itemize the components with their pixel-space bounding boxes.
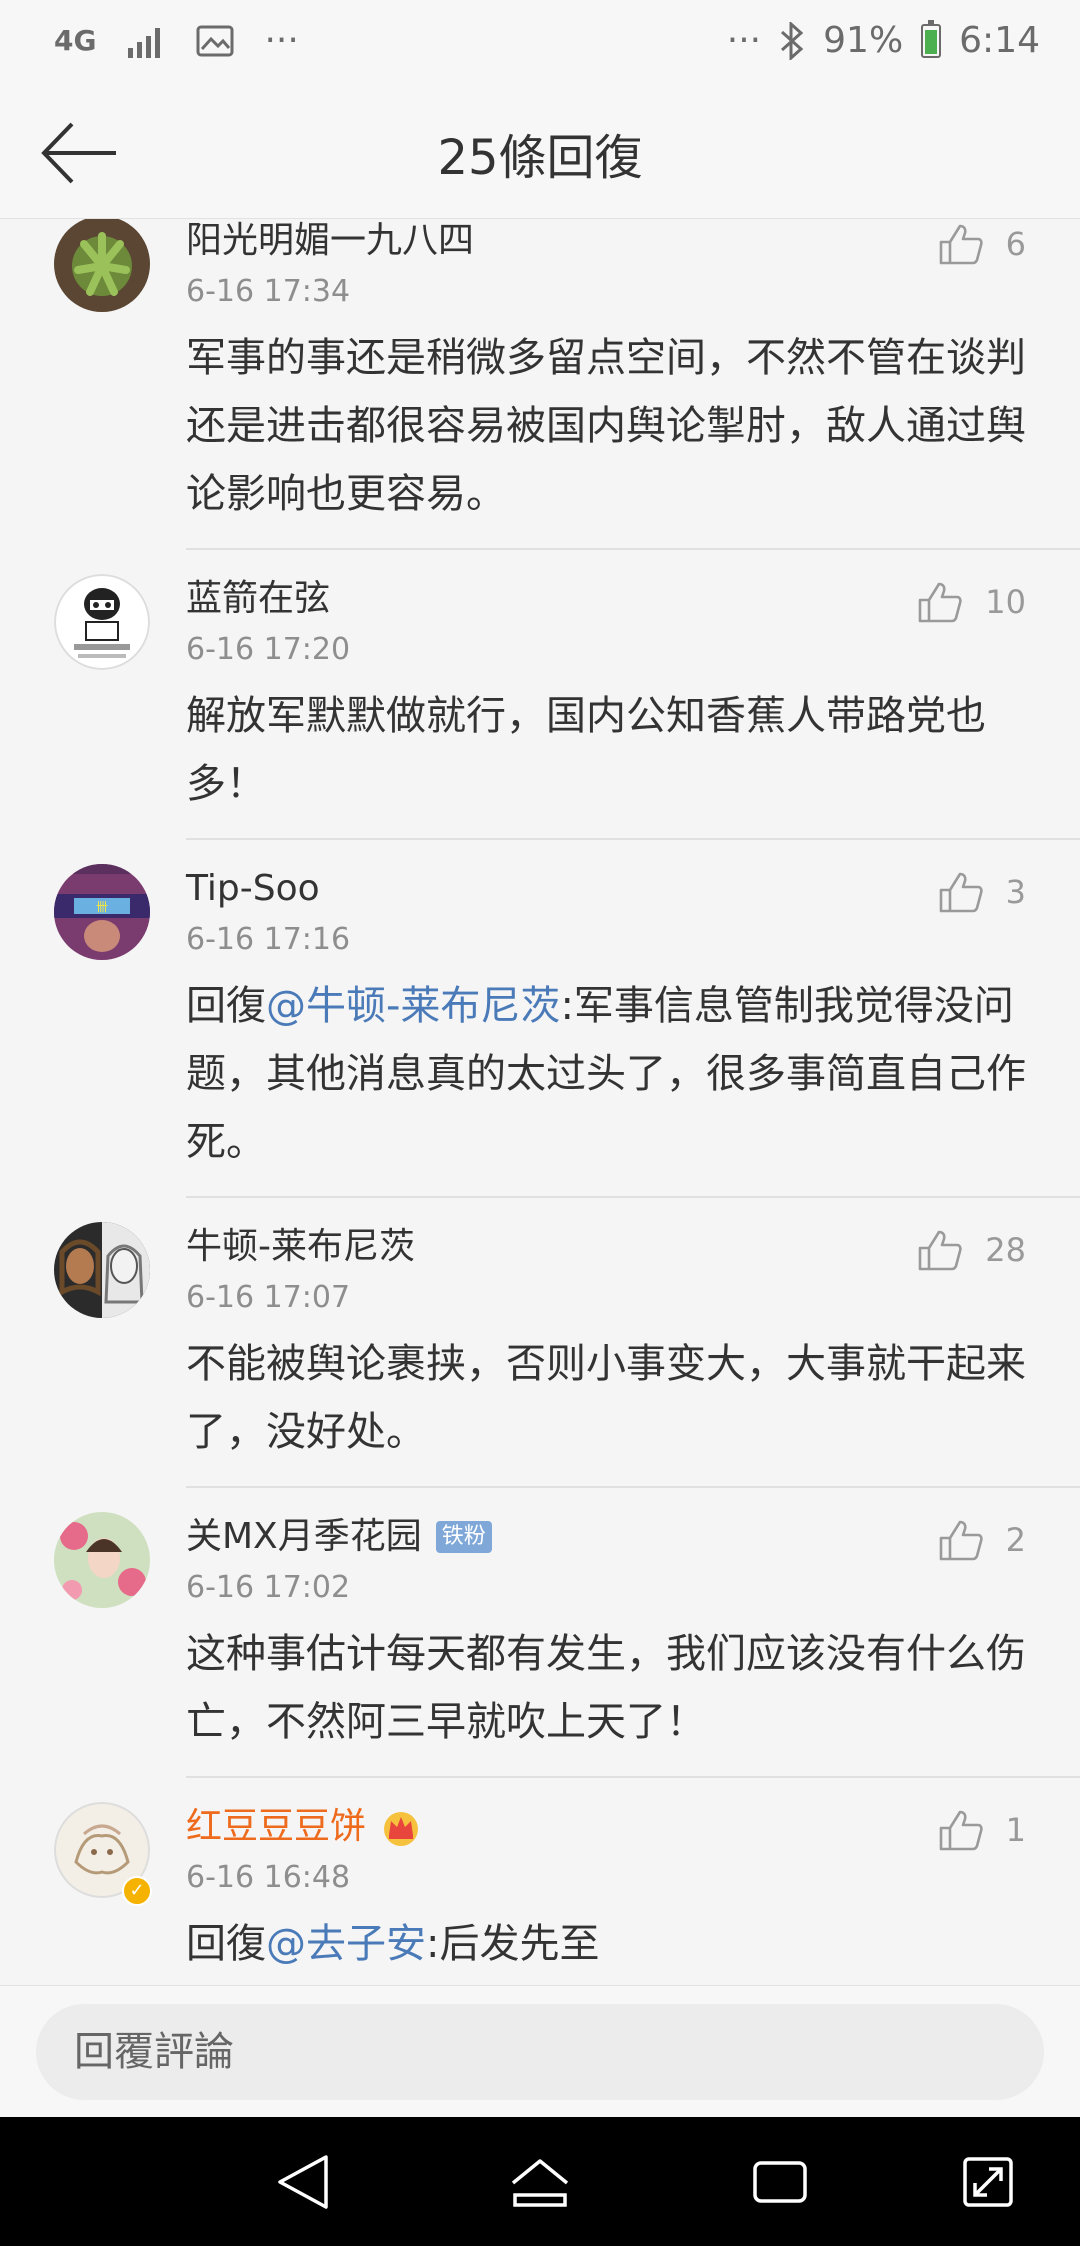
comment-item[interactable]: 牛顿-莱布尼茨 6-16 17:07 不能被舆论裹挟，否则小事变大，大事就干起来… xyxy=(0,1198,1080,1488)
bluetooth-icon xyxy=(781,21,804,60)
like-button[interactable]: 6 xyxy=(938,222,1026,266)
svg-text:卌: 卌 xyxy=(96,900,108,914)
like-count: 6 xyxy=(1005,225,1026,263)
thumbs-up-icon xyxy=(939,1520,983,1561)
signal-icon xyxy=(128,27,161,58)
comment-time: 6-16 17:07 xyxy=(186,1280,351,1315)
comment-body: :后发先至 xyxy=(426,1921,600,1967)
nav-recents-icon[interactable] xyxy=(747,2149,813,2215)
page-title: 25條回復 xyxy=(437,130,643,186)
thumbs-up-icon xyxy=(939,1810,983,1851)
like-button[interactable]: 3 xyxy=(938,870,1026,914)
nav-screenshot-icon[interactable] xyxy=(955,2149,1021,2215)
comment-item[interactable]: 卌 Tip-Soo 6-16 17:16 回復@牛顿-莱布尼茨:军事信息管制我觉… xyxy=(0,840,1080,1198)
battery-percent: 91% xyxy=(823,20,904,61)
comment-time: 6-16 17:20 xyxy=(186,632,351,667)
like-count: 10 xyxy=(985,583,1026,621)
comment-item[interactable]: 关MX月季花园 铁粉 6-16 17:02 这种事估计每天都有发生，我们应该没有… xyxy=(0,1488,1080,1778)
avatar[interactable] xyxy=(54,219,150,312)
thumbs-up-icon xyxy=(918,582,962,623)
like-button[interactable]: 2 xyxy=(938,1518,1026,1562)
like-button[interactable]: 1 xyxy=(938,1808,1026,1852)
like-button[interactable]: 10 xyxy=(917,580,1026,624)
more-status: ··· xyxy=(726,20,762,61)
clock: 6:14 xyxy=(959,20,1040,61)
author-name[interactable]: 红豆豆豆饼 xyxy=(186,1802,366,1852)
comment-time: 6-16 17:16 xyxy=(186,922,351,957)
avatar[interactable] xyxy=(54,1512,150,1608)
comment-time: 6-16 17:34 xyxy=(186,274,351,309)
comment-time: 6-16 16:48 xyxy=(186,1860,351,1895)
avatar[interactable]: 卌 xyxy=(54,864,150,960)
reply-prefix: 回復 xyxy=(186,983,266,1029)
comment-text: 不能被舆论裹挟，否则小事变大，大事就干起来了，没好处。 xyxy=(186,1341,1026,1455)
more-notifications: ··· xyxy=(264,20,299,61)
avatar[interactable] xyxy=(54,574,150,670)
comment-item[interactable]: ✓ 红豆豆豆饼 6-16 16:48 回復@去子安:后发先至 1 xyxy=(0,1778,1080,1985)
comment-list[interactable]: 阳光明媚一九八四 6-16 17:34 军事的事还是稍微多留点空间，不然不管在谈… xyxy=(0,219,1080,1985)
author-name[interactable]: 阳光明媚一九八四 xyxy=(186,219,474,266)
image-icon xyxy=(196,25,234,56)
verified-icon: ✓ xyxy=(122,1876,152,1906)
comment-time: 6-16 17:02 xyxy=(186,1570,351,1605)
comment-text: 解放军默默做就行，国内公知香蕉人带路党也多！ xyxy=(186,693,986,807)
mention-link[interactable]: @牛顿-莱布尼茨 xyxy=(266,983,560,1029)
reply-input[interactable]: 回覆評論 xyxy=(36,2004,1044,2100)
mention-link[interactable]: @去子安 xyxy=(266,1921,426,1967)
comment-text: 军事的事还是稍微多留点空间，不然不管在谈判还是进击都很容易被国内舆论掣肘，敌人通… xyxy=(186,335,1026,517)
avatar[interactable] xyxy=(54,1222,150,1318)
thumbs-up-icon xyxy=(918,1230,962,1271)
nav-back-icon[interactable] xyxy=(270,2149,336,2215)
nav-home-icon[interactable] xyxy=(507,2149,573,2215)
author-name[interactable]: Tip-Soo xyxy=(186,864,320,914)
author-name[interactable]: 蓝箭在弦 xyxy=(186,574,330,624)
thumbs-up-icon xyxy=(939,872,983,913)
header: 25條回復 xyxy=(0,88,1080,219)
like-count: 28 xyxy=(985,1231,1026,1269)
like-count: 2 xyxy=(1005,1521,1026,1559)
status-bar: 4G ··· ··· 91% 6:14 xyxy=(0,0,1080,88)
comment-text: 回復@牛顿-莱布尼茨:军事信息管制我觉得没问题，其他消息真的太过头了，很多事简直… xyxy=(186,972,1026,1176)
reply-prefix: 回復 xyxy=(186,1921,266,1967)
vip-crown-icon xyxy=(384,1812,419,1846)
reply-bar: 回覆評論 xyxy=(0,1985,1080,2118)
author-name[interactable]: 关MX月季花园 xyxy=(186,1512,422,1562)
like-count: 1 xyxy=(1005,1811,1026,1849)
battery-icon xyxy=(921,19,942,58)
comment-item[interactable]: 蓝箭在弦 6-16 17:20 解放军默默做就行，国内公知香蕉人带路党也多！ 1… xyxy=(0,550,1080,840)
comment-text: 回復@去子安:后发先至 xyxy=(186,1910,1026,1978)
thumbs-up-icon xyxy=(939,224,983,265)
comment-text: 这种事估计每天都有发生，我们应该没有什么伤亡，不然阿三早就吹上天了！ xyxy=(186,1631,1026,1745)
fan-badge: 铁粉 xyxy=(435,1521,492,1553)
system-nav-bar xyxy=(0,2117,1080,2246)
author-name[interactable]: 牛顿-莱布尼茨 xyxy=(186,1222,415,1272)
comment-item[interactable]: 阳光明媚一九八四 6-16 17:34 军事的事还是稍微多留点空间，不然不管在谈… xyxy=(0,219,1080,550)
like-count: 3 xyxy=(1005,873,1026,911)
network-indicator: 4G xyxy=(54,23,97,57)
like-button[interactable]: 28 xyxy=(917,1228,1026,1272)
